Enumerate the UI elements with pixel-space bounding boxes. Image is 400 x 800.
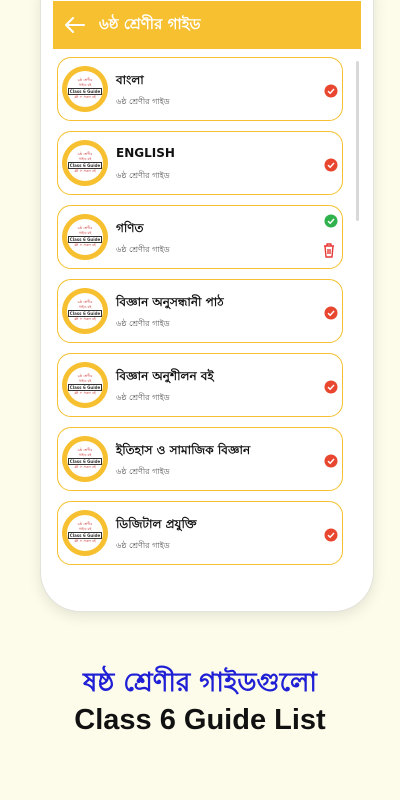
guide-logo: ৬ষ্ঠ শ্রেণীর গাইড বই Class 6 Guide ফ্রী … (62, 66, 108, 112)
guide-item-science-practice[interactable]: ৬ষ্ঠ শ্রেণীর গাইড বই Class 6 Guide ফ্রী … (57, 353, 343, 417)
phone-frame: ৬ষ্ঠ শ্রেণীর গাইড ৬ষ্ঠ শ্রেণীর গাইড বই C… (40, 0, 374, 612)
guide-title: বিজ্ঞান অনুশীলন বই (116, 369, 214, 383)
caption-english: Class 6 Guide List (74, 704, 326, 736)
logo-text: ফ্রী + সকল বই (74, 539, 96, 543)
scrollbar[interactable] (356, 61, 359, 221)
guide-subtitle: ৬ষ্ঠ শ্রেণীর গাইড (116, 467, 170, 476)
guide-logo: ৬ষ্ঠ শ্রেণীর গাইড বই Class 6 Guide ফ্রী … (62, 436, 108, 482)
download-status-icon[interactable] (324, 306, 338, 320)
guide-logo: ৬ষ্ঠ শ্রেণীর গাইড বই Class 6 Guide ফ্রী … (62, 362, 108, 408)
download-status-icon[interactable] (324, 528, 338, 542)
guide-item-bangla[interactable]: ৬ষ্ঠ শ্রেণীর গাইড বই Class 6 Guide ফ্রী … (57, 57, 343, 121)
download-status-icon[interactable] (324, 380, 338, 394)
logo-text: ফ্রী + সকল বই (74, 95, 96, 99)
delete-icon[interactable] (322, 242, 336, 258)
logo-text: Class 6 Guide (67, 532, 103, 539)
guide-item-history-social[interactable]: ৬ষ্ঠ শ্রেণীর গাইড বই Class 6 Guide ফ্রী … (57, 427, 343, 491)
caption-bangla: ষষ্ঠ শ্রেণীর গাইডগুলো (83, 668, 317, 698)
guide-item-science-inquiry[interactable]: ৬ষ্ঠ শ্রেণীর গাইড বই Class 6 Guide ফ্রী … (57, 279, 343, 343)
logo-text: Class 6 Guide (67, 310, 103, 317)
logo-text: ফ্রী + সকল বই (74, 169, 96, 173)
guide-title: বাংলা (116, 73, 144, 87)
guide-logo: ৬ষ্ঠ শ্রেণীর গাইড বই Class 6 Guide ফ্রী … (62, 140, 108, 186)
guide-subtitle: ৬ষ্ঠ শ্রেণীর গাইড (116, 541, 170, 550)
app-screen: ৬ষ্ঠ শ্রেণীর গাইড ৬ষ্ঠ শ্রেণীর গাইড বই C… (53, 1, 361, 571)
guide-subtitle: ৬ষ্ঠ শ্রেণীর গাইড (116, 319, 170, 328)
logo-text: ফ্রী + সকল বই (74, 465, 96, 469)
guide-subtitle: ৬ষ্ঠ শ্রেণীর গাইড (116, 97, 170, 106)
app-bar: ৬ষ্ঠ শ্রেণীর গাইড (53, 1, 361, 49)
guide-item-math[interactable]: ৬ষ্ঠ শ্রেণীর গাইড বই Class 6 Guide ফ্রী … (57, 205, 343, 269)
logo-text: ফ্রী + সকল বই (74, 391, 96, 395)
page-title: ৬ষ্ঠ শ্রেণীর গাইড (99, 14, 201, 33)
download-status-icon[interactable] (324, 84, 338, 98)
guide-item-english[interactable]: ৬ষ্ঠ শ্রেণীর গাইড বই Class 6 Guide ফ্রী … (57, 131, 343, 195)
logo-text: Class 6 Guide (67, 458, 103, 465)
downloaded-check-icon[interactable] (324, 214, 338, 228)
guide-logo: ৬ষ্ঠ শ্রেণীর গাইড বই Class 6 Guide ফ্রী … (62, 288, 108, 334)
guide-title: ENGLISH (116, 146, 175, 160)
guide-logo: ৬ষ্ঠ শ্রেণীর গাইড বই Class 6 Guide ফ্রী … (62, 214, 108, 260)
logo-text: ফ্রী + সকল বই (74, 317, 96, 321)
logo-text: Class 6 Guide (67, 236, 103, 243)
guide-logo: ৬ষ্ঠ শ্রেণীর গাইড বই Class 6 Guide ফ্রী … (62, 510, 108, 556)
guide-subtitle: ৬ষ্ঠ শ্রেণীর গাইড (116, 245, 170, 254)
back-arrow-icon[interactable] (57, 1, 93, 49)
download-status-icon[interactable] (324, 158, 338, 172)
guide-title: ইতিহাস ও সামাজিক বিজ্ঞান (116, 443, 251, 457)
guide-title: বিজ্ঞান অনুসন্ধানী পাঠ (116, 295, 224, 309)
logo-text: Class 6 Guide (67, 384, 103, 391)
logo-text: Class 6 Guide (67, 162, 103, 169)
guide-item-digital-tech[interactable]: ৬ষ্ঠ শ্রেণীর গাইড বই Class 6 Guide ফ্রী … (57, 501, 343, 565)
guide-subtitle: ৬ষ্ঠ শ্রেণীর গাইড (116, 393, 170, 402)
guide-subtitle: ৬ষ্ঠ শ্রেণীর গাইড (116, 171, 170, 180)
logo-text: ফ্রী + সকল বই (74, 243, 96, 247)
guide-title: ডিজিটাল প্রযুক্তি (116, 517, 197, 531)
download-status-icon[interactable] (324, 454, 338, 468)
guide-title: গণিত (116, 221, 144, 235)
logo-text: Class 6 Guide (67, 88, 103, 95)
